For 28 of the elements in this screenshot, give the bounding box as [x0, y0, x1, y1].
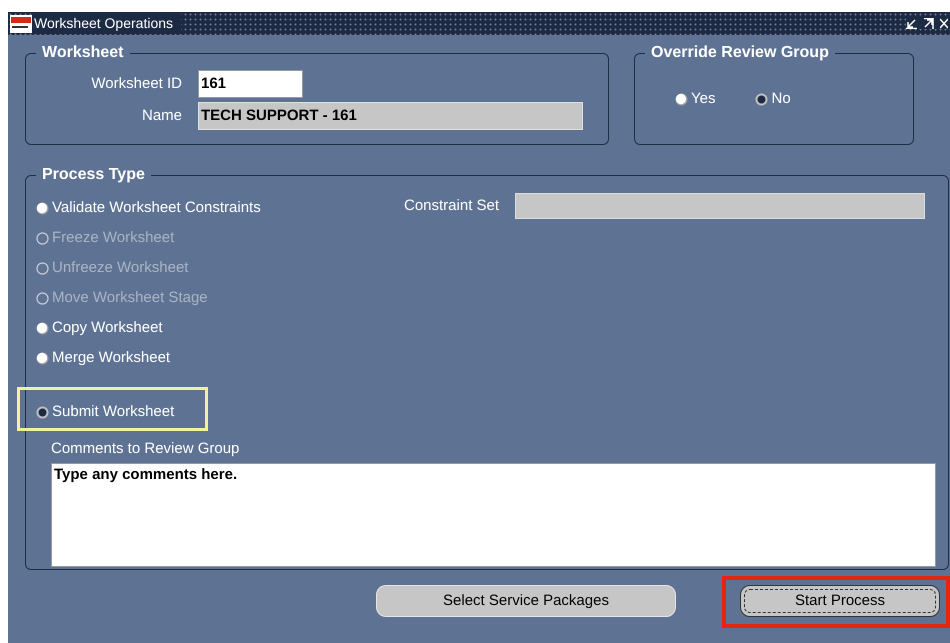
constraint-set-field[interactable]: [515, 193, 926, 219]
radio-button[interactable]: [36, 202, 49, 214]
minimize-icon[interactable]: [906, 18, 917, 29]
field-label: Comments to Review Group: [51, 440, 240, 457]
field-label: Name: [140, 106, 182, 126]
window-title: Worksheet Operations: [34, 13, 182, 34]
app-logo-icon: [10, 14, 32, 32]
field-label: Worksheet ID: [90, 74, 182, 94]
radio-button[interactable]: [36, 352, 49, 364]
radio-label[interactable]: No: [771, 88, 791, 110]
field-label: Constraint Set: [404, 196, 500, 216]
radio-label[interactable]: Merge Worksheet: [52, 346, 170, 370]
worksheet-id-field[interactable]: 161: [198, 70, 303, 98]
radio-label[interactable]: Yes: [691, 88, 716, 110]
radio-button[interactable]: [675, 92, 688, 106]
radio-button[interactable]: [755, 92, 768, 106]
start-process-button[interactable]: Start Process: [740, 585, 940, 617]
close-icon[interactable]: [940, 18, 948, 29]
radio-button[interactable]: [36, 406, 49, 418]
radio-label[interactable]: Submit Worksheet: [52, 400, 174, 424]
maximize-icon[interactable]: [923, 18, 934, 29]
comments-field[interactable]: Type any comments here.: [51, 463, 936, 567]
radio-label[interactable]: Validate Worksheet Constraints: [52, 196, 261, 220]
group-title: Process Type: [36, 165, 151, 185]
radio-label[interactable]: Copy Worksheet: [52, 316, 163, 340]
group-title: Override Review Group: [645, 43, 835, 63]
radio-button[interactable]: [36, 322, 49, 334]
select-service-packages-button[interactable]: Select Service Packages: [376, 585, 676, 617]
